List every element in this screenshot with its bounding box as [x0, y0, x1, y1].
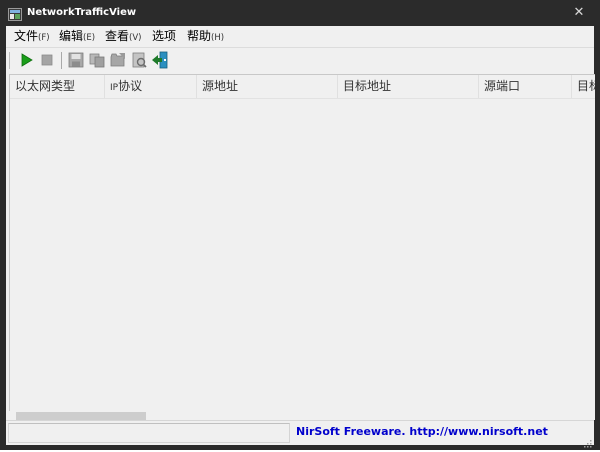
menu-bar: 文件(F) 编辑(E) 查看(V) 选项 帮助(H)	[6, 26, 594, 46]
scrollbar-thumb[interactable]	[16, 412, 146, 420]
open-folder-button[interactable]	[109, 51, 127, 69]
menu-view-accel: (V)	[129, 33, 142, 43]
copy-icon	[89, 53, 105, 68]
copy-button[interactable]	[88, 51, 106, 69]
column-destination-address-label: 目标地址	[343, 79, 392, 93]
menu-edit-label: 编辑	[59, 29, 84, 43]
toolbar-separator	[61, 52, 62, 69]
toolbar-grip[interactable]	[9, 52, 12, 69]
resize-grip[interactable]	[582, 433, 592, 448]
properties-button[interactable]	[130, 51, 148, 69]
menu-help[interactable]: 帮助(H)	[184, 27, 227, 45]
column-destination-port[interactable]: 目标	[572, 75, 595, 98]
status-bar: NirSoft Freeware. http://www.nirsoft.net	[6, 420, 594, 448]
save-icon	[68, 52, 84, 68]
menu-options-label: 选项	[152, 29, 177, 43]
client-area: 文件(F) 编辑(E) 查看(V) 选项 帮助(H) 以太网类型 IP协议 源地…	[6, 26, 595, 448]
stop-icon	[41, 54, 53, 66]
menu-edit-accel: (E)	[83, 33, 96, 43]
window-title: NetworkTrafficView	[27, 7, 137, 18]
title-bar[interactable]: NetworkTrafficView ✕	[0, 0, 600, 26]
column-destination-address[interactable]: 目标地址	[338, 75, 479, 98]
play-icon	[21, 53, 33, 67]
column-ethernet-type[interactable]: 以太网类型	[10, 75, 105, 98]
list-header: 以太网类型 IP协议 源地址 目标地址 源端口 目标	[10, 75, 595, 99]
column-ip-protocol-label: 协议	[118, 79, 143, 93]
exit-icon	[152, 51, 168, 69]
menu-help-accel: (H)	[211, 33, 225, 43]
folder-icon	[110, 53, 125, 67]
menu-options[interactable]: 选项	[149, 27, 179, 45]
start-capture-button[interactable]	[17, 51, 35, 69]
stop-capture-button[interactable]	[38, 51, 56, 69]
app-icon	[8, 6, 22, 21]
status-pane-info	[8, 423, 290, 443]
close-button[interactable]: ✕	[570, 4, 588, 22]
nirsoft-link[interactable]: NirSoft Freeware. http://www.nirsoft.net	[292, 423, 584, 441]
column-destination-port-label: 目标	[577, 79, 595, 93]
menu-edit[interactable]: 编辑(E)	[56, 27, 98, 45]
app-window: NetworkTrafficView ✕ 文件(F) 编辑(E) 查看(V) 选…	[0, 0, 600, 450]
traffic-list[interactable]: 以太网类型 IP协议 源地址 目标地址 源端口 目标	[9, 74, 595, 420]
menu-file-label: 文件	[14, 29, 39, 43]
menu-view-label: 查看	[105, 29, 130, 43]
column-source-address-label: 源地址	[202, 79, 239, 93]
toolbar	[6, 47, 594, 73]
column-source-port[interactable]: 源端口	[479, 75, 572, 98]
column-ethernet-type-label: 以太网类型	[15, 79, 76, 93]
column-source-port-label: 源端口	[484, 79, 521, 93]
column-source-address[interactable]: 源地址	[197, 75, 338, 98]
save-button[interactable]	[67, 51, 85, 69]
exit-button[interactable]	[151, 51, 169, 69]
menu-file-accel: (F)	[38, 33, 50, 43]
properties-icon	[132, 52, 147, 68]
menu-help-label: 帮助	[187, 29, 212, 43]
column-ip-protocol-prefix: IP	[110, 83, 119, 93]
menu-view[interactable]: 查看(V)	[102, 27, 144, 45]
menu-file[interactable]: 文件(F)	[11, 27, 53, 45]
column-ip-protocol[interactable]: IP协议	[105, 75, 197, 98]
